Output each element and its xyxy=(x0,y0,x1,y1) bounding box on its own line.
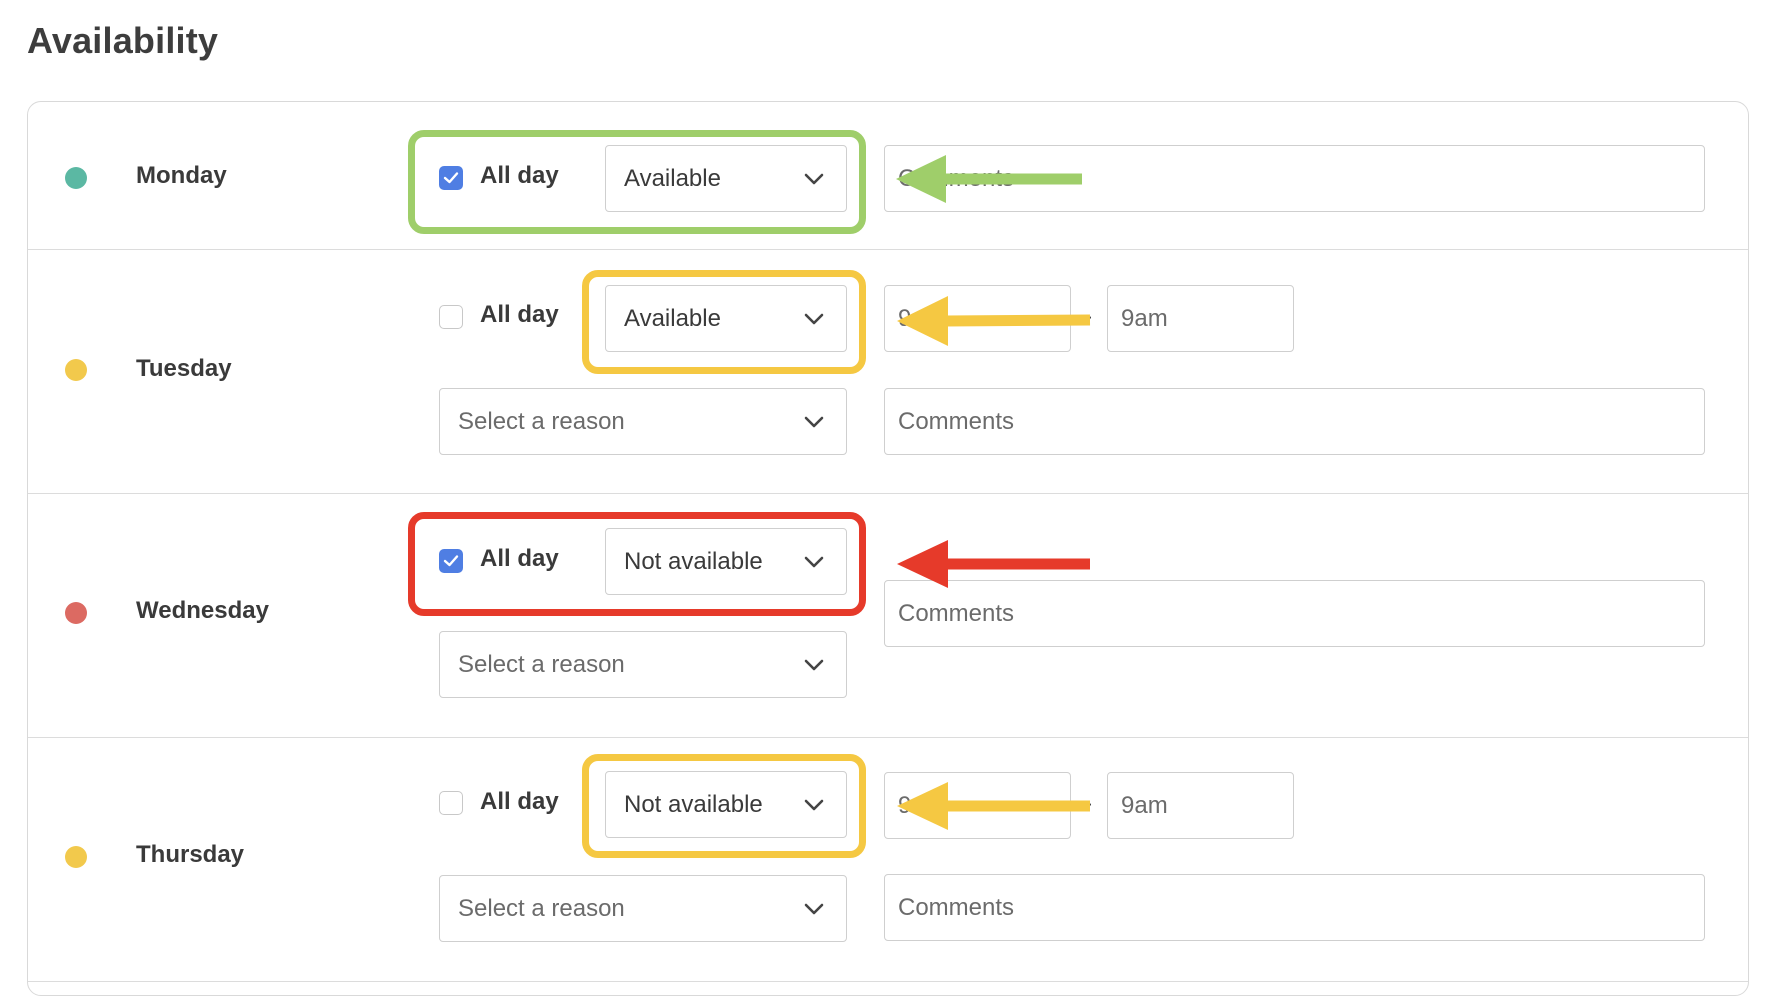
all-day-label-monday: All day xyxy=(480,162,559,189)
status-select-wednesday[interactable]: Not available xyxy=(605,528,847,595)
availability-card xyxy=(27,101,1749,996)
all-day-label-thursday: All day xyxy=(480,788,559,815)
comments-input-tuesday[interactable]: Comments xyxy=(884,388,1705,455)
row-divider xyxy=(28,249,1748,250)
all-day-label-tuesday: All day xyxy=(480,301,559,328)
comments-input-wednesday[interactable]: Comments xyxy=(884,580,1705,647)
reason-select-thursday[interactable]: Select a reason xyxy=(439,875,847,942)
page-title: Availability xyxy=(27,20,219,61)
status-select-tuesday[interactable]: Available xyxy=(605,285,847,352)
all-day-checkbox-wednesday[interactable] xyxy=(439,549,463,573)
chevron-down-icon xyxy=(804,173,824,184)
chevron-down-icon xyxy=(804,659,824,670)
row-divider xyxy=(28,493,1748,494)
chevron-down-icon xyxy=(804,799,824,810)
row-divider xyxy=(28,981,1748,982)
status-dot-tuesday xyxy=(65,359,87,381)
all-day-checkbox-thursday[interactable] xyxy=(439,791,463,815)
all-day-checkbox-tuesday[interactable] xyxy=(439,305,463,329)
reason-select-tuesday[interactable]: Select a reason xyxy=(439,388,847,455)
day-label-tuesday: Tuesday xyxy=(136,355,232,382)
status-select-monday[interactable]: Available xyxy=(605,145,847,212)
end-time-input-thursday[interactable]: 9am xyxy=(1107,772,1294,839)
reason-select-wednesday[interactable]: Select a reason xyxy=(439,631,847,698)
day-label-thursday: Thursday xyxy=(136,841,245,868)
all-day-label-wednesday: All day xyxy=(480,545,559,572)
chevron-down-icon xyxy=(804,416,824,427)
status-select-thursday[interactable]: Not available xyxy=(605,771,847,838)
status-dot-thursday xyxy=(65,846,87,868)
status-dot-monday xyxy=(65,167,87,189)
chevron-down-icon xyxy=(804,313,824,324)
time-range-dash: - xyxy=(1084,790,1092,817)
comments-input-thursday[interactable]: Comments xyxy=(884,874,1705,941)
time-range-dash: - xyxy=(1084,303,1092,330)
day-label-monday: Monday xyxy=(136,162,227,189)
check-icon xyxy=(443,172,459,184)
status-dot-wednesday xyxy=(65,602,87,624)
all-day-checkbox-monday[interactable] xyxy=(439,166,463,190)
end-time-input-tuesday[interactable]: 9am xyxy=(1107,285,1294,352)
row-divider xyxy=(28,737,1748,738)
check-icon xyxy=(443,555,459,567)
chevron-down-icon xyxy=(804,556,824,567)
chevron-down-icon xyxy=(804,903,824,914)
comments-input-monday[interactable]: Comments xyxy=(884,145,1705,212)
start-time-input-tuesday[interactable]: 9 xyxy=(884,285,1071,352)
day-label-wednesday: Wednesday xyxy=(136,597,269,624)
start-time-input-thursday[interactable]: 9 xyxy=(884,772,1071,839)
